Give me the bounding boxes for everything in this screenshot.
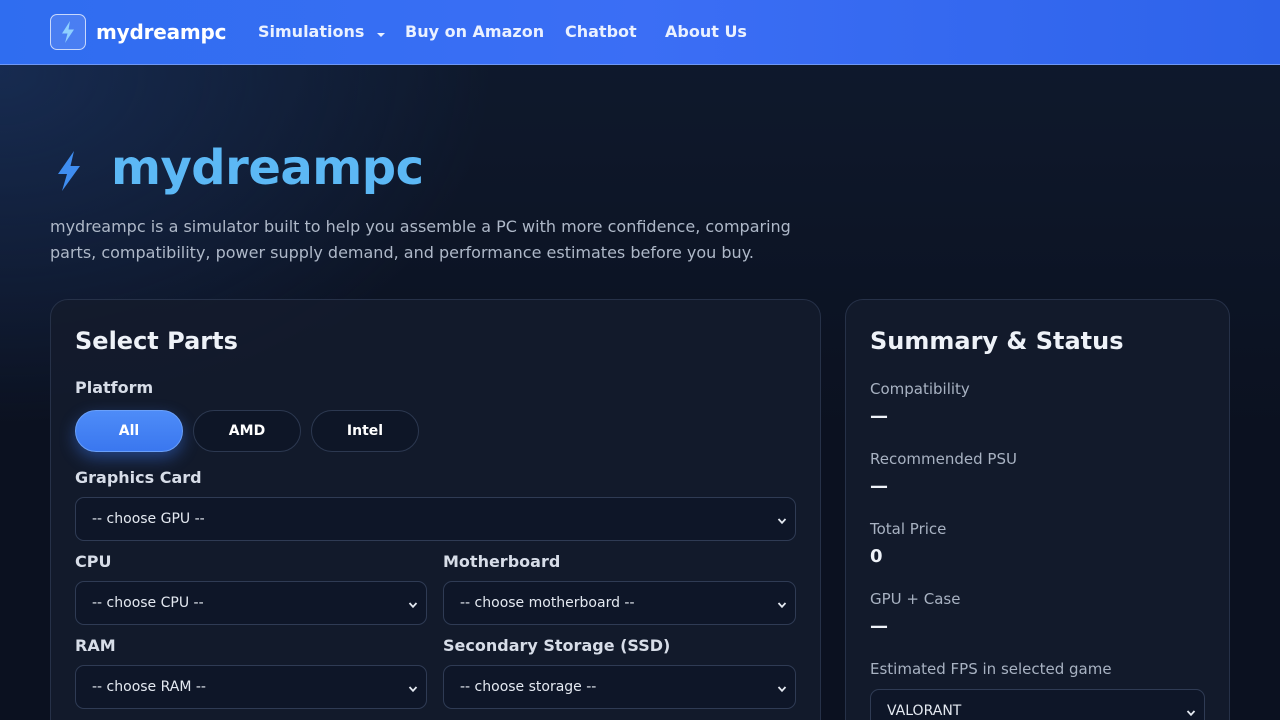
hero-title: mydreampc <box>111 140 424 196</box>
chevron-down-icon <box>408 682 418 693</box>
chevron-down-icon <box>777 682 787 693</box>
cpu-select[interactable]: -- choose CPU -- <box>75 581 427 625</box>
nav-buy-on-amazon[interactable]: Buy on Amazon <box>405 22 544 41</box>
storage-label: Secondary Storage (SSD) <box>443 636 671 655</box>
compatibility-value: — <box>870 406 888 427</box>
total-price-label: Total Price <box>870 520 947 538</box>
hero-description: mydreampc is a simulator built to help y… <box>50 217 791 262</box>
graphics-card-label: Graphics Card <box>75 468 202 487</box>
gpu-select-value: -- choose GPU -- <box>92 511 205 527</box>
recommended-psu-value: — <box>870 476 888 497</box>
estimated-fps-label: Estimated FPS in selected game <box>870 660 1112 678</box>
game-select-value: VALORANT <box>887 703 962 719</box>
motherboard-select[interactable]: -- choose motherboard -- <box>443 581 796 625</box>
lightning-icon <box>54 150 84 192</box>
chevron-down-icon <box>408 598 418 609</box>
motherboard-label: Motherboard <box>443 552 561 571</box>
top-navbar: mydreampc Simulations Buy on Amazon Chat… <box>0 0 1280 65</box>
compatibility-label: Compatibility <box>870 380 970 398</box>
brand-link[interactable]: mydreampc <box>50 14 227 50</box>
cpu-select-value: -- choose CPU -- <box>92 595 204 611</box>
gpu-case-label: GPU + Case <box>870 590 961 608</box>
chevron-down-icon <box>777 598 787 609</box>
chevron-down-icon <box>1186 706 1196 717</box>
cpu-label: CPU <box>75 552 112 571</box>
nav-simulations[interactable]: Simulations <box>258 22 386 42</box>
chevron-down-icon <box>777 514 787 525</box>
storage-select-value: -- choose storage -- <box>460 679 597 695</box>
platform-label: Platform <box>75 378 154 397</box>
game-select[interactable]: VALORANT <box>870 689 1205 720</box>
gpu-select[interactable]: -- choose GPU -- <box>75 497 796 541</box>
ram-select[interactable]: -- choose RAM -- <box>75 665 427 709</box>
motherboard-select-value: -- choose motherboard -- <box>460 595 635 611</box>
gpu-case-value: — <box>870 616 888 637</box>
select-parts-panel: Select Parts Platform All AMD Intel Grap… <box>50 299 821 720</box>
total-price-value: 0 <box>870 546 883 567</box>
caret-down-icon <box>376 23 386 42</box>
platform-intel-button[interactable]: Intel <box>311 410 419 452</box>
recommended-psu-label: Recommended PSU <box>870 450 1017 468</box>
lightning-logo-icon <box>50 14 86 50</box>
ram-select-value: -- choose RAM -- <box>92 679 206 695</box>
nav-chatbot[interactable]: Chatbot <box>565 22 637 41</box>
nav-simulations-label: Simulations <box>258 22 365 41</box>
select-parts-title: Select Parts <box>75 327 238 355</box>
ram-label: RAM <box>75 636 116 655</box>
brand-name: mydreampc <box>96 20 227 44</box>
platform-amd-button[interactable]: AMD <box>193 410 301 452</box>
nav-about-us[interactable]: About Us <box>665 22 747 41</box>
summary-panel: Summary & Status Compatibility — Recomme… <box>845 299 1230 720</box>
platform-all-button[interactable]: All <box>75 410 183 452</box>
storage-select[interactable]: -- choose storage -- <box>443 665 796 709</box>
summary-title: Summary & Status <box>870 327 1124 355</box>
